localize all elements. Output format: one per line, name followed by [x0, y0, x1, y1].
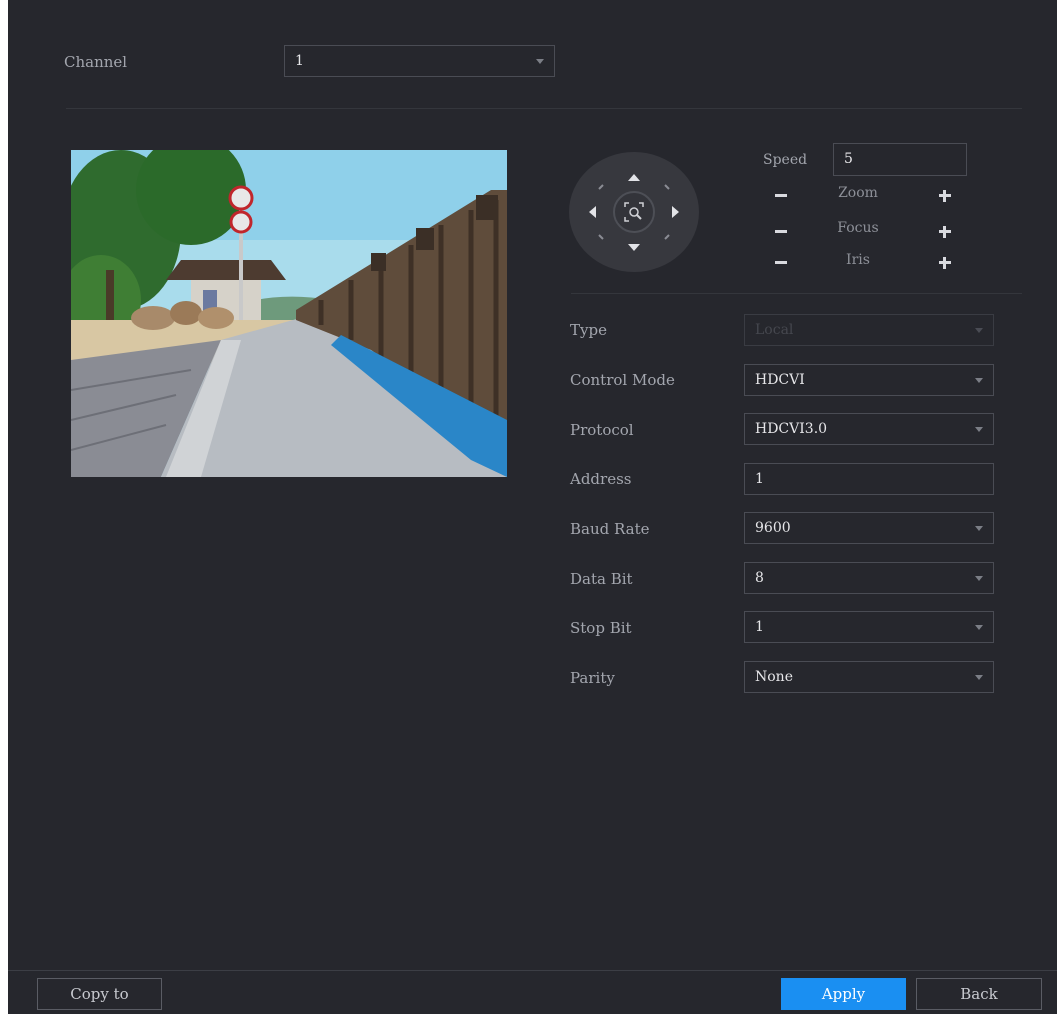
preview-image — [71, 150, 507, 477]
baud-rate-label: Baud Rate — [570, 520, 650, 538]
ptz-center-button[interactable] — [613, 191, 655, 233]
chevron-down-icon — [975, 576, 983, 581]
protocol-value: HDCVI3.0 — [755, 421, 828, 437]
data-bit-value: 8 — [755, 570, 764, 586]
ptz-direction-pad — [569, 152, 699, 272]
type-label: Type — [570, 321, 607, 339]
chevron-down-icon — [975, 675, 983, 680]
data-bit-select[interactable]: 8 — [744, 562, 994, 594]
chevron-down-icon — [975, 625, 983, 630]
stop-bit-label: Stop Bit — [570, 619, 632, 637]
channel-select[interactable]: 1 — [284, 45, 555, 77]
top-divider — [66, 108, 1022, 109]
stop-bit-value: 1 — [755, 619, 764, 635]
chevron-down-icon — [975, 526, 983, 531]
focus-plus-button[interactable] — [939, 226, 951, 238]
parity-select[interactable]: None — [744, 661, 994, 693]
protocol-label: Protocol — [570, 421, 634, 439]
address-input[interactable]: 1 — [744, 463, 994, 495]
address-label: Address — [570, 470, 632, 488]
live-preview — [71, 150, 507, 477]
back-button[interactable]: Back — [916, 978, 1042, 1010]
footer-divider — [8, 970, 1057, 971]
channel-label: Channel — [64, 53, 128, 71]
apply-button[interactable]: Apply — [781, 978, 906, 1010]
focus-minus-button[interactable] — [775, 230, 787, 233]
channel-value: 1 — [295, 53, 304, 69]
copy-to-button[interactable]: Copy to — [37, 978, 162, 1010]
speed-label: Speed — [763, 152, 808, 168]
zoom-out-button[interactable] — [775, 194, 787, 197]
ptz-divider — [571, 293, 1022, 294]
stop-bit-select[interactable]: 1 — [744, 611, 994, 643]
protocol-select[interactable]: HDCVI3.0 — [744, 413, 994, 445]
parity-label: Parity — [570, 669, 615, 687]
iris-plus-button[interactable] — [939, 257, 951, 269]
chevron-down-icon — [975, 427, 983, 432]
control-mode-select[interactable]: HDCVI — [744, 364, 994, 396]
type-value: Local — [755, 322, 794, 338]
chevron-down-icon — [975, 378, 983, 383]
control-mode-label: Control Mode — [570, 371, 675, 389]
baud-rate-value: 9600 — [755, 520, 791, 536]
zoom-label: Zoom — [838, 185, 878, 201]
zoom-magnifier-icon — [624, 202, 644, 222]
zoom-in-button[interactable] — [939, 190, 951, 202]
type-select: Local — [744, 314, 994, 346]
data-bit-label: Data Bit — [570, 570, 633, 588]
baud-rate-select[interactable]: 9600 — [744, 512, 994, 544]
focus-label: Focus — [837, 220, 879, 236]
iris-minus-button[interactable] — [775, 261, 787, 264]
chevron-down-icon — [975, 328, 983, 333]
footer-bar: Copy to Apply Back — [8, 970, 1057, 1014]
control-mode-value: HDCVI — [755, 372, 805, 388]
chevron-down-icon — [536, 59, 544, 64]
iris-label: Iris — [846, 252, 870, 268]
speed-input[interactable]: 5 — [833, 143, 967, 176]
parity-value: None — [755, 669, 793, 685]
